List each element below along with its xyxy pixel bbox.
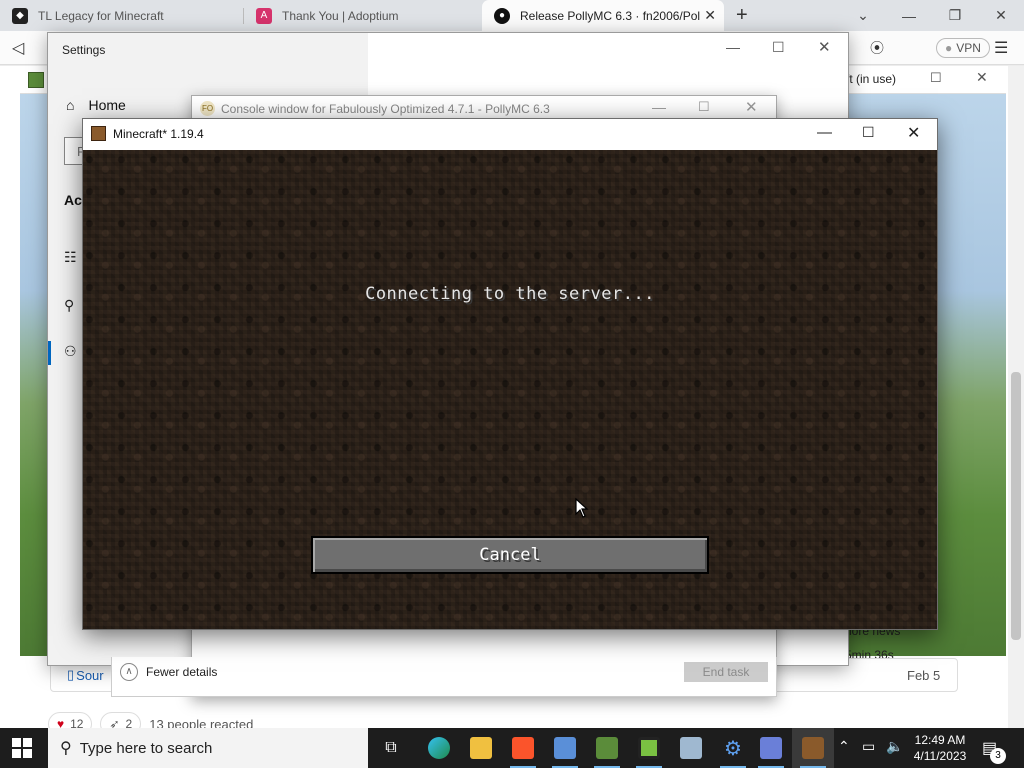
source-link-label: Sour — [76, 667, 104, 683]
end-task-button[interactable]: End task — [684, 662, 768, 682]
search-placeholder: Type here to search — [79, 739, 213, 757]
tab-list-chevron-icon[interactable]: ⌄ — [840, 0, 886, 31]
task-manager-taskbar-button[interactable] — [544, 728, 586, 768]
gear-icon: ⚙ — [724, 737, 742, 760]
volume-icon[interactable]: 🔈 — [886, 738, 903, 755]
notification-count-badge: 3 — [990, 748, 1006, 764]
settings-maximize-button[interactable]: ☐ — [772, 39, 785, 56]
minecraft-taskbar-button[interactable] — [792, 728, 834, 768]
tab-pollymc-release[interactable]: ● Release PollyMC 6.3 · fn2006/Poll ✕ — [482, 0, 724, 31]
file-explorer-taskbar-button[interactable] — [460, 728, 502, 768]
task-view-button[interactable]: ⧉ — [370, 728, 412, 768]
mouse-cursor-icon — [575, 498, 589, 518]
account-dropdown[interactable]: ft (in use) — [846, 72, 896, 86]
minecraft-minimize-button[interactable]: — — [817, 124, 832, 141]
show-hidden-icons-chevron-icon[interactable]: ⌃ — [838, 738, 850, 755]
console-minimize-button[interactable]: — — [652, 99, 666, 115]
page-scrollbar-thumb[interactable] — [1011, 372, 1021, 640]
windows-icon — [12, 738, 32, 758]
minecraft-launcher-icon — [28, 72, 44, 88]
crafting-table-icon — [802, 737, 824, 759]
edge-taskbar-button[interactable] — [418, 728, 460, 768]
taskbar-search-box[interactable]: ⚲ Type here to search — [48, 728, 368, 768]
tab-title: Release PollyMC 6.3 · fn2006/Poll — [520, 8, 700, 23]
grass-block-icon — [596, 737, 618, 759]
signin-options-icon[interactable]: ⚲ — [64, 297, 74, 314]
settings-taskbar-button[interactable]: ⚙ — [712, 728, 754, 768]
address-bar-extension-button[interactable]: ⦿ — [870, 38, 884, 58]
start-button[interactable] — [12, 738, 32, 761]
console-titlebar: FO Console window for Fabulously Optimiz… — [200, 101, 550, 116]
pollymc-taskbar-button[interactable] — [628, 728, 670, 768]
minecraft-game-canvas: Connecting to the server... Cancel — [83, 150, 937, 629]
settings-home-item[interactable]: ⌂ Home — [66, 97, 126, 113]
tab-tl-legacy[interactable]: ◆ TL Legacy for Minecraft — [0, 0, 243, 31]
search-icon: ⚲ — [60, 740, 72, 757]
crafting-table-icon — [91, 126, 106, 141]
clock-time: 12:49 AM — [914, 733, 966, 747]
selected-item-indicator — [48, 341, 51, 365]
minecraft-window: Minecraft* 1.19.4 — ☐ ✕ Connecting to th… — [82, 118, 938, 630]
task-manager-icon — [554, 737, 576, 759]
minecraft-title: Minecraft* 1.19.4 — [113, 126, 204, 141]
document-icon: ▯ — [67, 667, 75, 682]
taskbar-clock[interactable]: 12:49 AM 4/11/2023 — [912, 732, 968, 764]
minecraft-launcher-taskbar-button[interactable] — [586, 728, 628, 768]
tab-title: TL Legacy for Minecraft — [38, 8, 164, 23]
minecraft-title-group: Minecraft* 1.19.4 — [91, 126, 204, 141]
browser-minimize-button[interactable]: — — [886, 0, 932, 31]
network-icon[interactable]: ▭ — [862, 738, 875, 755]
vpn-button[interactable]: ● VPN — [936, 38, 990, 58]
adoptium-icon: A — [256, 7, 272, 24]
source-link[interactable]: ▯ Sour — [67, 667, 104, 683]
console-title: Console window for Fabulously Optimized … — [221, 101, 550, 116]
minecraft-close-button[interactable]: ✕ — [907, 123, 920, 143]
family-users-icon[interactable]: ⚇ — [64, 343, 77, 360]
vpn-label: VPN — [956, 41, 981, 55]
minecraft-maximize-button[interactable]: ☐ — [862, 124, 875, 141]
task-view-icon: ⧉ — [385, 739, 397, 756]
shield-icon: ◆ — [12, 7, 28, 24]
new-tab-button[interactable]: + — [736, 4, 748, 27]
github-icon: ● — [494, 7, 510, 24]
photos-icon — [680, 737, 702, 759]
pollymc-icon — [638, 737, 660, 759]
your-info-icon[interactable]: ☷ — [64, 249, 77, 266]
browser-tab-strip: ◆ TL Legacy for Minecraft A Thank You | … — [0, 0, 1024, 31]
brave-icon — [512, 737, 534, 759]
folder-icon — [470, 737, 492, 759]
chevron-up-icon: ∧ — [120, 663, 138, 681]
menu-icon[interactable]: ☰ — [994, 38, 1008, 58]
browser-close-button[interactable]: ✕ — [978, 0, 1024, 31]
home-label: Home — [88, 97, 126, 113]
tab-title: Thank You | Adoptium — [282, 8, 399, 23]
cancel-button[interactable]: Cancel — [311, 536, 709, 574]
edge-icon — [428, 737, 450, 759]
minecraft-titlebar: Minecraft* 1.19.4 — ☐ ✕ — [83, 119, 937, 150]
photos-taskbar-button[interactable] — [670, 728, 712, 768]
news-date: Feb 5 — [907, 668, 941, 683]
browser-restore-button[interactable]: ❐ — [932, 0, 978, 31]
tab-adoptium[interactable]: A Thank You | Adoptium — [244, 0, 482, 31]
clock-date: 4/11/2023 — [913, 749, 967, 763]
vpn-dot-icon: ● — [945, 41, 953, 55]
home-icon: ⌂ — [66, 97, 75, 113]
page-close-icon[interactable]: ✕ — [976, 69, 988, 86]
fabulously-optimized-icon: FO — [200, 101, 215, 116]
fewer-details-button[interactable]: ∧ Fewer details — [120, 663, 217, 681]
fewer-details-label: Fewer details — [146, 665, 218, 679]
console-app-icon — [760, 737, 782, 759]
connection-status: Connecting to the server... — [365, 284, 655, 304]
close-tab-icon[interactable]: ✕ — [704, 7, 716, 24]
console-maximize-button[interactable]: ☐ — [698, 99, 710, 115]
back-icon[interactable]: ◁ — [12, 38, 24, 58]
settings-close-button[interactable]: ✕ — [818, 38, 831, 56]
page-restore-icon[interactable]: ☐ — [930, 70, 942, 86]
settings-title: Settings — [62, 43, 106, 57]
task-manager-footer: ∧ Fewer details End task — [111, 657, 777, 697]
console-close-button[interactable]: ✕ — [745, 98, 758, 116]
java-console-taskbar-button[interactable] — [750, 728, 792, 768]
settings-minimize-button[interactable]: — — [726, 39, 740, 55]
brave-taskbar-button[interactable] — [502, 728, 544, 768]
